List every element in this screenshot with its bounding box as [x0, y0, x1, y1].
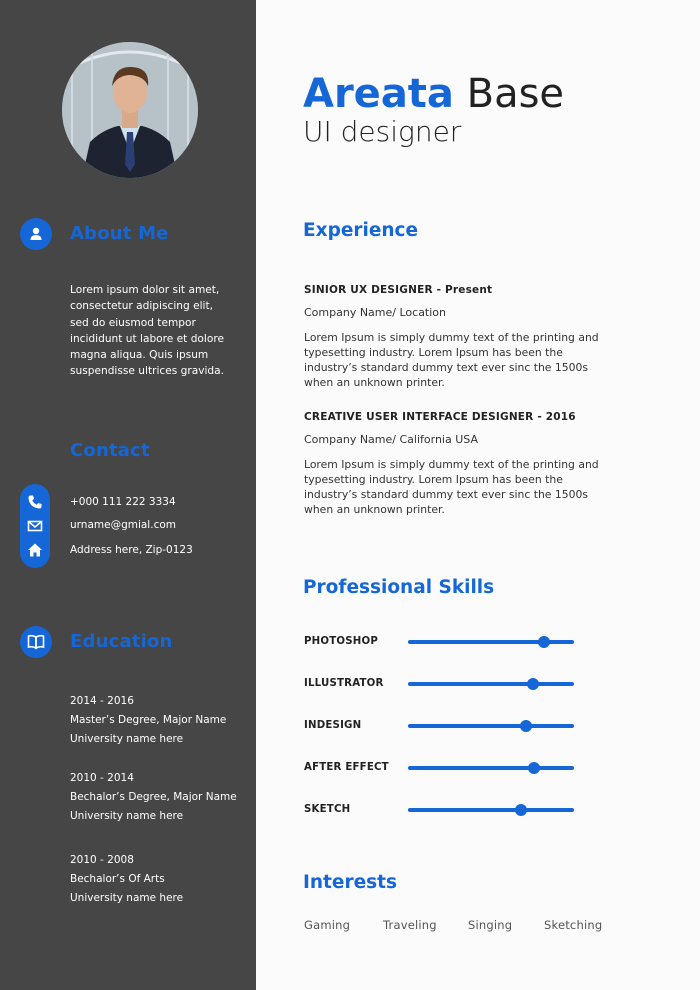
- book-icon: [27, 634, 45, 650]
- contact-email: urname@gmial.com: [70, 519, 176, 531]
- education-item: 2010 - 2014 Bechalor’s Degree, Major Nam…: [70, 769, 237, 826]
- skill-label: INDESIGN: [304, 720, 362, 731]
- skill-label: AFTER EFFECT: [304, 762, 389, 773]
- about-user-icon: [20, 218, 52, 250]
- skill-bar: [408, 720, 574, 732]
- education-school: University name here: [70, 810, 184, 822]
- skill-level-knob: [514, 804, 527, 816]
- education-degree: Master’s Degree, Major Name: [70, 714, 227, 726]
- envelope-icon: [27, 520, 43, 532]
- interest-item: Traveling: [383, 918, 437, 932]
- job-role: UI designer: [303, 115, 462, 148]
- skill-level-knob: [526, 678, 539, 690]
- skill-bar: [408, 678, 574, 690]
- phone-icon: [28, 495, 42, 509]
- job-description: Lorem Ipsum is simply dummy text of the …: [304, 331, 599, 389]
- avatar: [62, 42, 198, 178]
- person-name: Areata Base: [303, 70, 564, 118]
- education-years: 2014 - 2016: [70, 695, 134, 707]
- skill-bar: [408, 804, 574, 816]
- contact-icon-bar: [20, 484, 50, 568]
- skill-level-knob: [538, 636, 551, 648]
- education-school: University name here: [70, 733, 184, 745]
- about-text: Lorem ipsum dolor sit amet, consectetur …: [70, 284, 225, 378]
- interest-item: Singing: [468, 918, 513, 932]
- education-item: 2014 - 2016 Master’s Degree, Major Name …: [70, 692, 226, 749]
- education-years: 2010 - 2008: [70, 854, 134, 866]
- user-icon: [30, 227, 42, 240]
- job-company: Company Name/ Location: [304, 306, 447, 319]
- education-book-icon: [20, 626, 52, 658]
- skills-heading: Professional Skills: [303, 577, 495, 598]
- interests-heading: Interests: [303, 872, 397, 893]
- skill-label: SKETCH: [304, 804, 351, 815]
- sidebar: About Me Lorem ipsum dolor sit amet, con…: [0, 0, 256, 990]
- skill-label: PHOTOSHOP: [304, 636, 379, 647]
- education-degree: Bechalor’s Degree, Major Name: [70, 791, 237, 803]
- skill-level-knob: [519, 720, 532, 732]
- first-name: Areata: [303, 71, 454, 117]
- interest-item: Gaming: [304, 918, 351, 932]
- skill-bar: [408, 636, 574, 648]
- job-company: Company Name/ California USA: [304, 433, 478, 446]
- experience-heading: Experience: [303, 220, 419, 241]
- job-title: CREATIVE USER INTERFACE DESIGNER - 2016: [304, 411, 576, 423]
- job-description: Lorem Ipsum is simply dummy text of the …: [304, 458, 599, 516]
- education-years: 2010 - 2014: [70, 772, 134, 784]
- skill-bar: [408, 762, 574, 774]
- education-item: 2010 - 2008 Bechalor’s Of Arts Universit…: [70, 851, 183, 908]
- home-icon: [28, 543, 42, 557]
- last-name: Base: [466, 71, 565, 117]
- interest-item: Sketching: [544, 918, 603, 932]
- contact-phone: +000 111 222 3334: [70, 496, 176, 508]
- education-heading: Education: [70, 631, 173, 652]
- skill-label: ILLUSTRATOR: [304, 678, 384, 689]
- education-degree: Bechalor’s Of Arts: [70, 873, 165, 885]
- profile-photo: [62, 42, 198, 178]
- contact-heading: Contact: [70, 440, 150, 461]
- about-heading: About Me: [70, 223, 169, 244]
- contact-address: Address here, Zip-0123: [70, 544, 193, 556]
- job-title: SINIOR UX DESIGNER - Present: [304, 284, 493, 296]
- education-school: University name here: [70, 892, 184, 904]
